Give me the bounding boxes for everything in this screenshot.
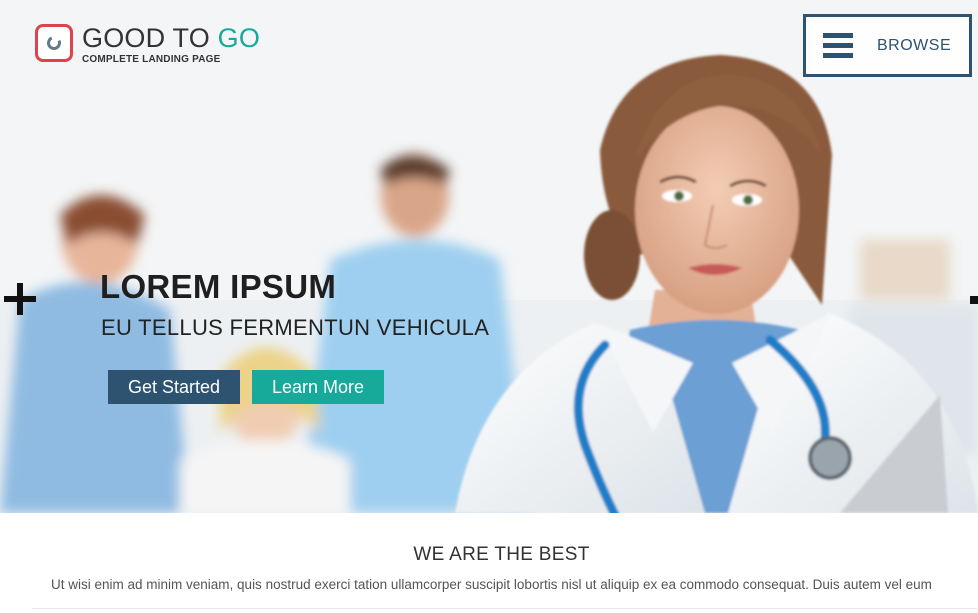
slider-prev-icon[interactable] xyxy=(4,283,36,315)
brand-title: GOOD TO GO xyxy=(82,23,261,53)
learn-more-button[interactable]: Learn More xyxy=(252,370,384,404)
logo-icon xyxy=(35,24,73,62)
get-started-button[interactable]: Get Started xyxy=(108,370,240,404)
hero-title: LOREM IPSUM xyxy=(100,268,337,305)
section-divider xyxy=(32,608,977,609)
section-title: WE ARE THE BEST xyxy=(413,544,590,565)
slider-next-icon[interactable] xyxy=(970,296,978,304)
brand-logo[interactable]: GOOD TO GO COMPLETE LANDING PAGE xyxy=(35,24,260,65)
hamburger-icon xyxy=(823,33,853,58)
brand-subtitle: COMPLETE LANDING PAGE xyxy=(82,54,221,65)
browse-menu-button[interactable]: BROWSE xyxy=(803,14,972,77)
hero-banner: GOOD TO GO COMPLETE LANDING PAGE BROWSE … xyxy=(0,0,978,513)
browse-label: BROWSE xyxy=(877,36,952,54)
hero-subtitle: EU TELLUS FERMENTUN VEHICULA xyxy=(101,315,490,340)
section-text: Ut wisi enim ad minim veniam, quis nostr… xyxy=(51,577,932,592)
